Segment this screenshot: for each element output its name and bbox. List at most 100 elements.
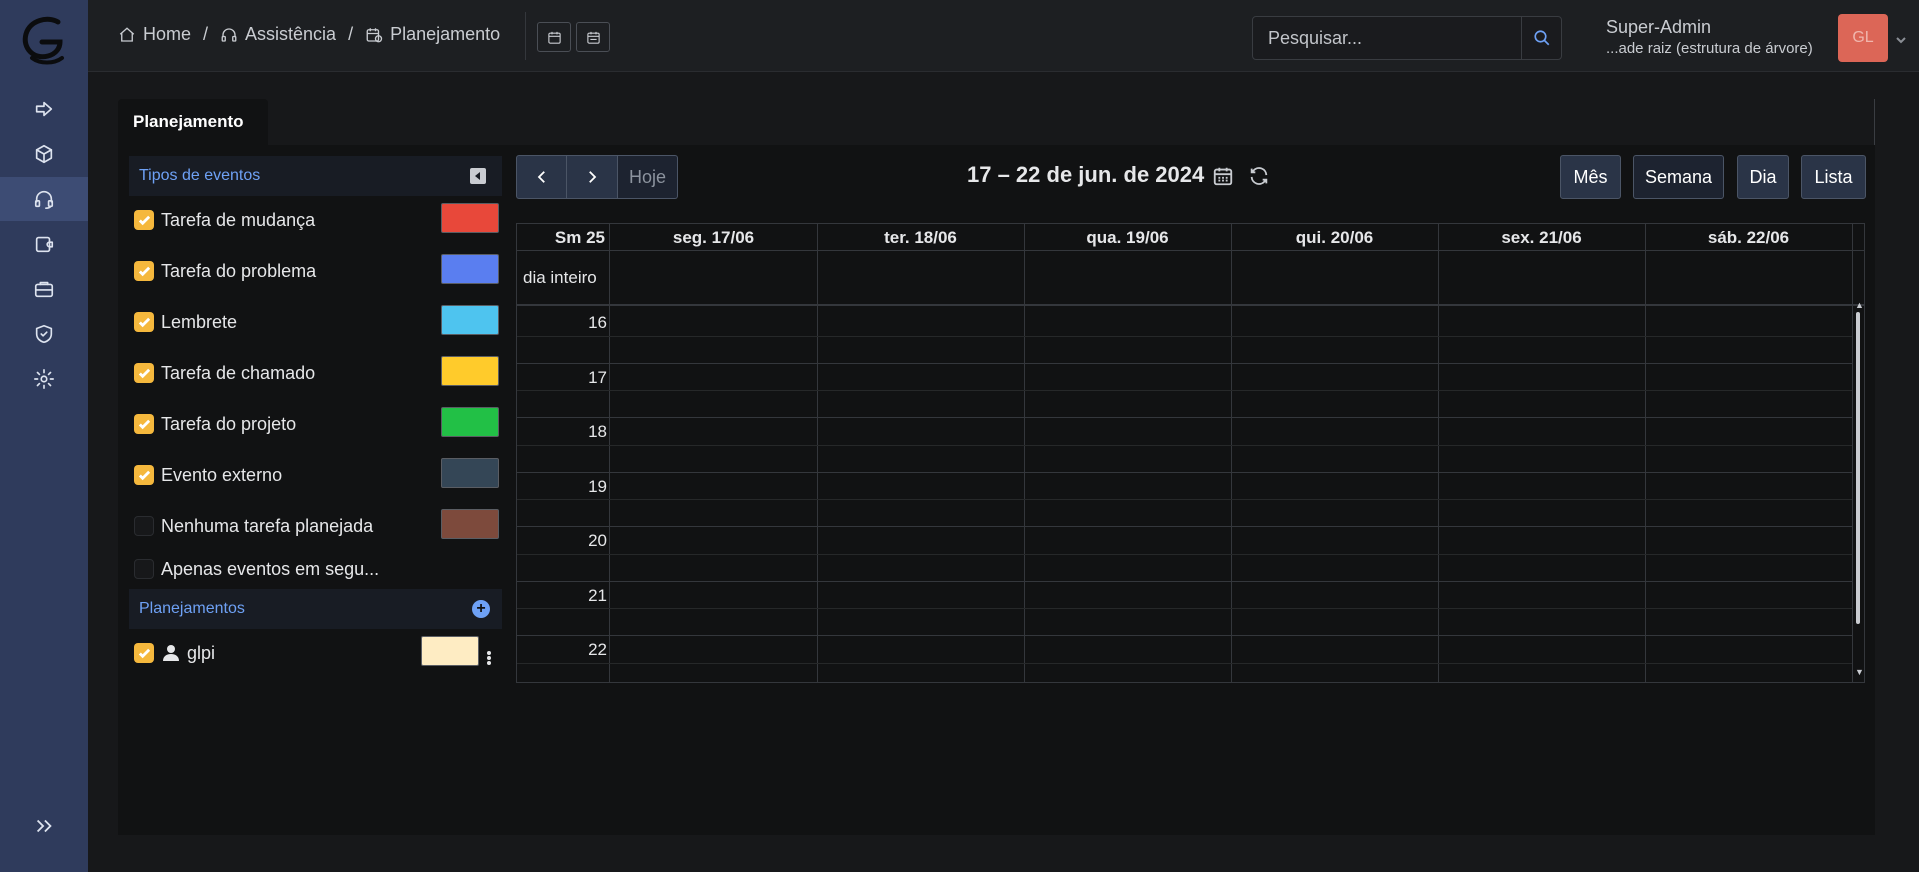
color-swatch[interactable]: [441, 509, 499, 539]
checkbox-checked[interactable]: [134, 312, 154, 332]
view-week-button[interactable]: Semana: [1633, 155, 1724, 199]
view-day-button[interactable]: Dia: [1737, 155, 1789, 199]
grid-line: [517, 250, 1864, 251]
today-button[interactable]: Hoje: [618, 155, 679, 199]
grid-line: [517, 499, 1852, 500]
calendar-scrollbar[interactable]: [1856, 312, 1860, 624]
divider: [525, 12, 526, 60]
checkbox-checked[interactable]: [134, 210, 154, 230]
day-header[interactable]: qua. 19/06: [1024, 224, 1231, 250]
color-swatch[interactable]: [441, 203, 499, 233]
chevron-left-icon: [537, 171, 545, 183]
chevron-down-icon[interactable]: [1896, 32, 1906, 44]
checkbox-unchecked[interactable]: [134, 559, 154, 579]
user-name[interactable]: Super-Admin: [1606, 17, 1711, 38]
tab-planning[interactable]: Planejamento: [118, 99, 268, 145]
color-swatch[interactable]: [441, 305, 499, 335]
sidebar-item-plugins[interactable]: [0, 87, 88, 131]
grid-line: [517, 608, 1852, 609]
checkbox-checked[interactable]: [134, 414, 154, 434]
day-header[interactable]: seg. 17/06: [610, 224, 817, 250]
breadcrumb-separator: /: [348, 24, 354, 44]
breadcrumb-assistance-label: Assistência: [245, 24, 337, 44]
breadcrumb-separator: /: [203, 24, 209, 44]
search-button[interactable]: [1521, 17, 1561, 59]
sidebar-item-setup[interactable]: [0, 357, 88, 401]
chevron-right-icon: [589, 171, 597, 183]
day-header[interactable]: qui. 20/06: [1231, 224, 1438, 250]
filter-item[interactable]: Tarefa do projeto: [134, 409, 296, 439]
filter-label: Tarefa do problema: [161, 260, 317, 281]
checkbox-checked[interactable]: [134, 363, 154, 383]
main-sidebar: [0, 0, 88, 872]
collapse-icon[interactable]: [470, 168, 486, 184]
filter-item[interactable]: Nenhuma tarefa planejada: [134, 511, 373, 541]
color-swatch[interactable]: [441, 458, 499, 488]
calendar-nav: Hoje: [516, 155, 679, 199]
grid-line: [517, 445, 1852, 446]
calendar-button[interactable]: [537, 22, 571, 52]
checkbox-checked[interactable]: [134, 261, 154, 281]
breadcrumb-planning[interactable]: Planejamento: [365, 24, 500, 45]
planning-label: glpi: [187, 642, 216, 663]
view-list-button[interactable]: Lista: [1801, 155, 1866, 199]
hour-label: 16: [588, 313, 607, 332]
calendar-title: 17 – 22 de jun. de 2024: [967, 162, 1205, 187]
gear-icon: [34, 369, 54, 389]
scroll-down-arrow[interactable]: ▼: [1855, 667, 1864, 677]
day-header[interactable]: sex. 21/06: [1438, 224, 1645, 250]
filter-item[interactable]: Tarefa do problema: [134, 256, 316, 286]
filter-item[interactable]: Tarefa de chamado: [134, 358, 315, 388]
filter-item[interactable]: Tarefa de mudança: [134, 205, 315, 235]
sidebar-item-assets[interactable]: [0, 132, 88, 176]
plannings-header: Planejamentos +: [129, 589, 502, 629]
grid-line: [517, 390, 1852, 391]
avatar[interactable]: GL: [1838, 14, 1888, 62]
grid-line: [517, 526, 1852, 527]
grid-line: [1852, 224, 1853, 682]
color-swatch[interactable]: [421, 636, 479, 666]
sidebar-item-tools[interactable]: [0, 267, 88, 311]
day-header[interactable]: ter. 18/06: [817, 224, 1024, 250]
check-icon: [138, 648, 150, 658]
sidebar-item-management[interactable]: [0, 222, 88, 266]
hour-label: 19: [588, 477, 607, 496]
scroll-up-arrow[interactable]: ▲: [1855, 300, 1864, 310]
view-month-button[interactable]: Mês: [1560, 155, 1621, 199]
sidebar-item-administration[interactable]: [0, 312, 88, 356]
sidebar-item-assistance[interactable]: [0, 177, 88, 221]
breadcrumb-home[interactable]: Home: [118, 24, 191, 45]
color-swatch[interactable]: [441, 356, 499, 386]
filter-item[interactable]: Apenas eventos em segu...: [134, 554, 379, 584]
hour-label: 17: [588, 368, 607, 387]
next-button[interactable]: [567, 155, 618, 199]
color-swatch[interactable]: [441, 407, 499, 437]
search-input[interactable]: [1253, 17, 1521, 59]
grid-line: [517, 581, 1852, 582]
planning-item[interactable]: glpi: [134, 638, 215, 668]
checkbox-unchecked[interactable]: [134, 516, 154, 536]
check-icon: [138, 419, 150, 429]
calendar-alt-button[interactable]: [576, 22, 610, 52]
plannings-title: Planejamentos: [139, 600, 245, 617]
more-options-icon[interactable]: [486, 650, 492, 668]
grid-line: [517, 554, 1852, 555]
breadcrumb-assistance[interactable]: Assistência: [220, 24, 336, 45]
filter-item[interactable]: Lembrete: [134, 307, 237, 337]
calendar-icon[interactable]: [1212, 165, 1234, 187]
add-planning-icon[interactable]: +: [472, 600, 490, 618]
prev-button[interactable]: [516, 155, 567, 199]
refresh-icon[interactable]: [1248, 165, 1270, 187]
color-swatch[interactable]: [441, 254, 499, 284]
breadcrumb: Home / Assistência / Planejamento: [118, 24, 500, 45]
checkbox-checked[interactable]: [134, 465, 154, 485]
user-entity[interactable]: ...ade raiz (estrutura de árvore): [1606, 40, 1813, 57]
checkbox-checked[interactable]: [134, 643, 154, 663]
week-number: Sm 25: [554, 228, 605, 247]
glpi-logo[interactable]: [18, 14, 70, 70]
day-header[interactable]: sáb. 22/06: [1645, 224, 1852, 250]
sidebar-expand-button[interactable]: [30, 812, 58, 840]
filter-label: Apenas eventos em segu...: [161, 558, 380, 579]
calendar-clock-icon: [366, 27, 383, 42]
filter-item[interactable]: Evento externo: [134, 460, 282, 490]
